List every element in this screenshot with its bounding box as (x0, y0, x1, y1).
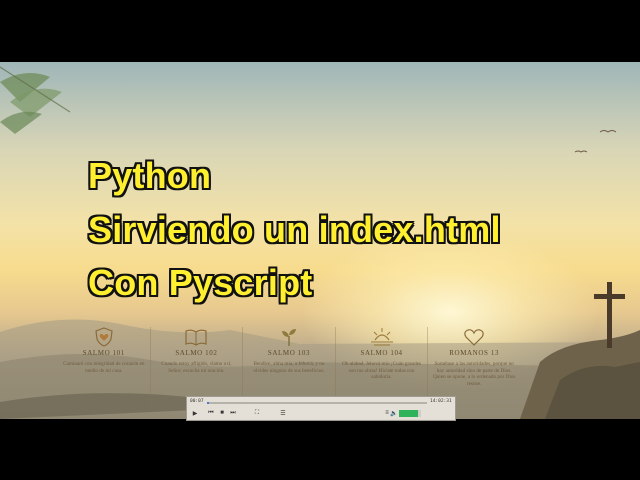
card-text: Bendice, alma mía, a Jehová, y no olvide… (253, 361, 325, 374)
card-text: Oh alabad, Jehová mío ¡Cuán grandes son … (342, 361, 422, 381)
video-title-line-3: Con Pyscript (88, 262, 313, 303)
media-player-bar: 00:07 14:02:31 ▶ ⏮ ■ ⏭ ⛶ ☰ ≡ 🔈 (186, 396, 456, 421)
card-title: ROMANOS 13 (449, 349, 500, 357)
sprout-icon (281, 329, 296, 346)
total-time: 14:02:31 (430, 399, 452, 404)
play-icon[interactable]: ▶ (191, 409, 199, 417)
scripture-card: ROMANOS 13 Sométase a las autoridades, p… (428, 327, 520, 407)
video-title-line-2: Sirviendo un index.html (88, 209, 501, 250)
heart-shield-icon (95, 327, 113, 347)
cross-icon (594, 282, 625, 348)
card-text: Sométase a las autoridades, porque no ha… (432, 361, 516, 387)
card-title: SALMO 101 (82, 349, 125, 357)
speaker-icon[interactable]: 🔈 (390, 409, 398, 417)
heart-outline-icon (464, 329, 484, 346)
scripture-card: SALMO 104 Oh alabad, Jehová mío ¡Cuán gr… (336, 327, 429, 407)
volume-slider[interactable] (399, 410, 421, 417)
seek-bar[interactable] (207, 402, 427, 404)
card-title: SALMO 104 (360, 349, 403, 357)
volume-level (399, 410, 418, 417)
next-icon[interactable]: ⏭ (229, 409, 237, 417)
card-text: Caminaré con integridad de corazón en me… (63, 361, 145, 374)
stop-icon[interactable]: ■ (218, 409, 226, 417)
sunrise-icon (370, 328, 393, 346)
video-title-line-1: Python (88, 155, 212, 196)
card-title: SALMO 102 (175, 349, 218, 357)
fullscreen-icon[interactable]: ⛶ (253, 409, 261, 417)
card-title: SALMO 103 (267, 349, 311, 357)
previous-icon[interactable]: ⏮ (207, 409, 215, 417)
seek-progress (207, 402, 210, 404)
card-text: Cuando estoy afligido, clamo a ti, Señor… (161, 361, 232, 374)
scripture-card: SALMO 103 Bendice, alma mía, a Jehová, y… (243, 327, 336, 407)
scripture-card: SALMO 102 Cuando estoy afligido, clamo a… (151, 327, 244, 407)
settings-icon[interactable]: ☰ (279, 409, 287, 417)
scripture-card: SALMO 101 Caminaré con integridad de cor… (58, 327, 151, 407)
video-frame: Python Sirviendo un index.html Con Pyscr… (0, 62, 640, 419)
open-book-icon (185, 329, 207, 346)
current-time: 00:07 (190, 399, 204, 404)
scripture-cards: SALMO 101 Caminaré con integridad de cor… (58, 327, 520, 407)
